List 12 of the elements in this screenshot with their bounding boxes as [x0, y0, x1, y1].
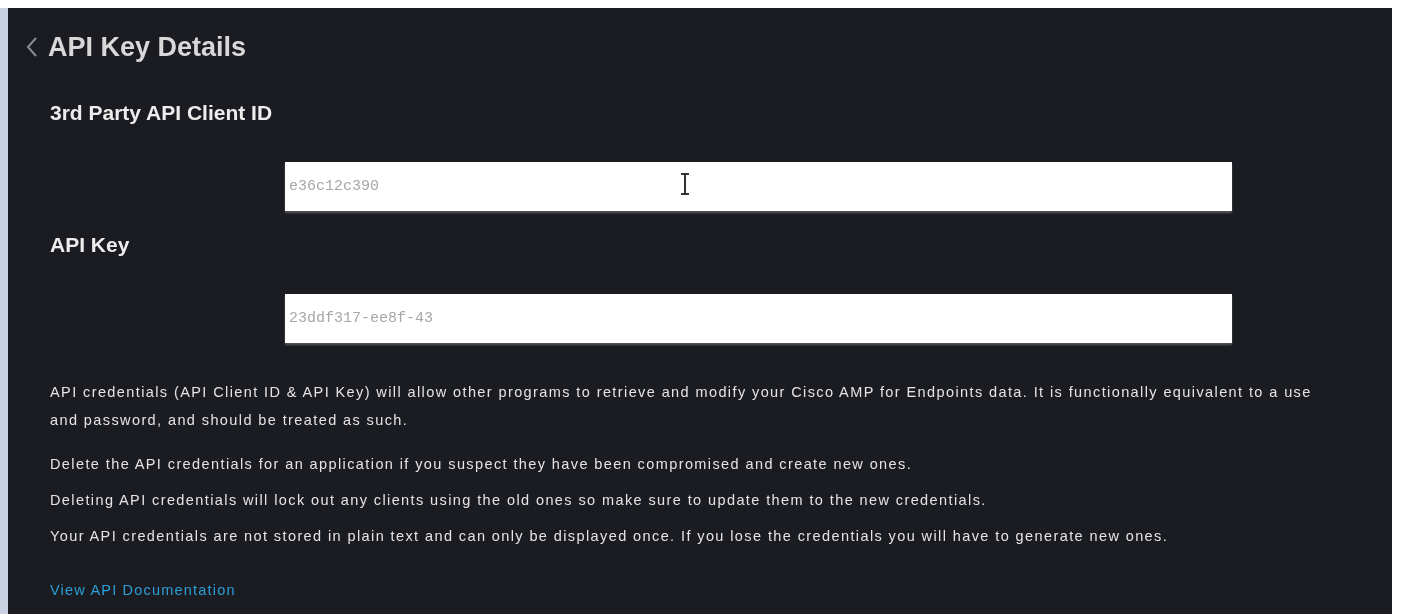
info-paragraph: Delete the API credentials for an application if you suspect they have been compromised and create new ones.	[50, 455, 914, 474]
field-label: 3rd Party API Client ID	[50, 100, 274, 126]
documentation-link[interactable]: View API Documentation	[50, 580, 236, 600]
info-paragraph: Your API credentials are not stored in plain text and can only be displayed once. If you lose the credentials you will have to generate new ones.	[50, 527, 1170, 546]
input-field[interactable]: 23ddf317-ee8f-43	[285, 294, 1232, 343]
input-field[interactable]: e36c12c390	[285, 162, 1232, 211]
back-icon[interactable]	[26, 36, 38, 58]
text-cursor-icon	[680, 173, 690, 195]
info-paragraph: API credentials (API Client ID & API Key) will allow other programs to retrieve and modify your Cisco AMP for Endpoints data. It is functionally equivalent to a use and password, and should be treated as such.	[50, 383, 1313, 430]
info-paragraph: Deleting API credentials will lock out any clients using the old ones so make sure to update them to the new credentials.	[50, 491, 988, 510]
page-title: API Key Details	[48, 31, 247, 63]
field-label: API Key	[50, 232, 131, 258]
